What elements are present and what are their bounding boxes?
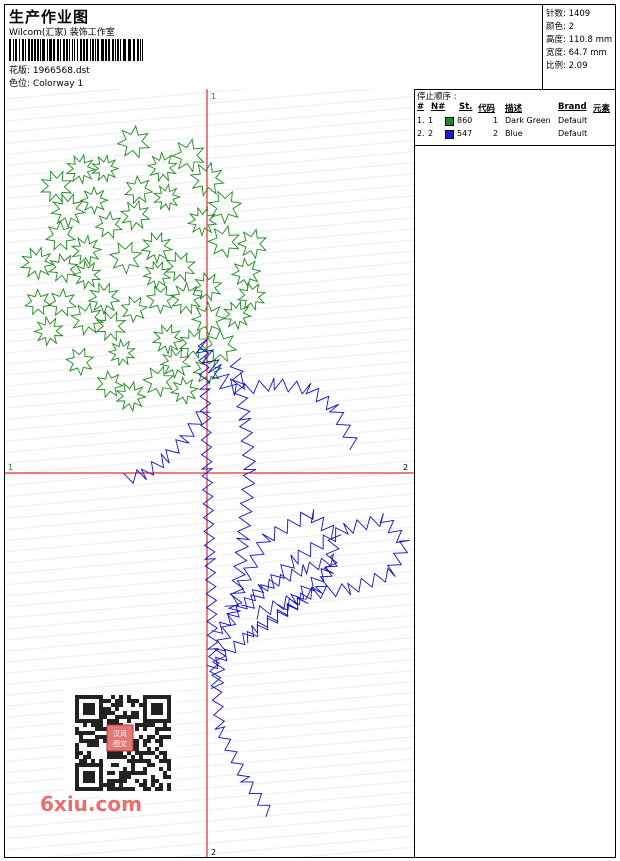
- axis-label-bottom: 2: [211, 848, 216, 857]
- col-stitches: St.: [459, 102, 473, 112]
- axis-label-left: 1: [8, 463, 13, 472]
- col-needle: N#: [431, 102, 446, 112]
- table-row[interactable]: 2. 2 547 2 Blue Default: [415, 129, 615, 141]
- axis-label-top: 1: [211, 92, 216, 101]
- watermark-seal: 汉风: [113, 730, 127, 738]
- report-frame: 生产作业图 Wilcom(汇家) 装饰工作室 花版: 1966568.dst 色…: [4, 4, 616, 858]
- design-preview[interactable]: 1 2 1 2 汉风 图文 6xiu.com: [5, 89, 415, 857]
- col-element: 元素: [593, 104, 611, 114]
- stat-width: 宽度: 64.7 mm: [546, 48, 607, 58]
- flower-head-stitches: [19, 124, 268, 413]
- color-swatch: [445, 130, 454, 139]
- design-file-label: 花版: 1966568.dst: [9, 66, 90, 76]
- report-header: 生产作业图 Wilcom(汇家) 装饰工作室 花版: 1966568.dst 色…: [5, 5, 615, 90]
- stat-stitches: 针数: 1409: [546, 9, 591, 19]
- page-title: 生产作业图: [9, 8, 90, 26]
- col-description: 描述: [505, 104, 523, 114]
- svg-text:图文: 图文: [113, 739, 127, 748]
- col-index: #: [417, 102, 425, 112]
- stop-sequence-title: 停止顺序 :: [417, 92, 457, 102]
- watermark-text: 6xiu.com: [40, 792, 142, 816]
- colorway-label: 色位: Colorway 1: [9, 79, 84, 89]
- stat-height: 高度: 110.8 mm: [546, 35, 613, 45]
- color-swatch: [445, 117, 454, 126]
- col-brand: Brand: [558, 102, 587, 112]
- col-code: 代码: [478, 104, 496, 114]
- stat-scale: 比例: 2.09: [546, 61, 588, 71]
- stats-panel: 针数: 1409 颜色: 2 高度: 110.8 mm 宽度: 64.7 mm …: [542, 5, 616, 89]
- barcode-icon: [9, 39, 143, 61]
- qr-code-icon: 汉风 图文: [65, 689, 177, 797]
- company-name: Wilcom(汇家) 装饰工作室: [9, 28, 115, 38]
- stop-sequence-panel: 停止顺序 : # N# St. 代码 描述 Brand 元素 1. 1 860 …: [415, 89, 615, 857]
- table-row[interactable]: 1. 1 860 1 Dark Green Default: [415, 116, 615, 128]
- axis-label-right: 2: [403, 463, 408, 472]
- stat-colors: 颜色: 2: [546, 22, 574, 32]
- stop-sequence-table: 停止顺序 : # N# St. 代码 描述 Brand 元素 1. 1 860 …: [415, 89, 615, 146]
